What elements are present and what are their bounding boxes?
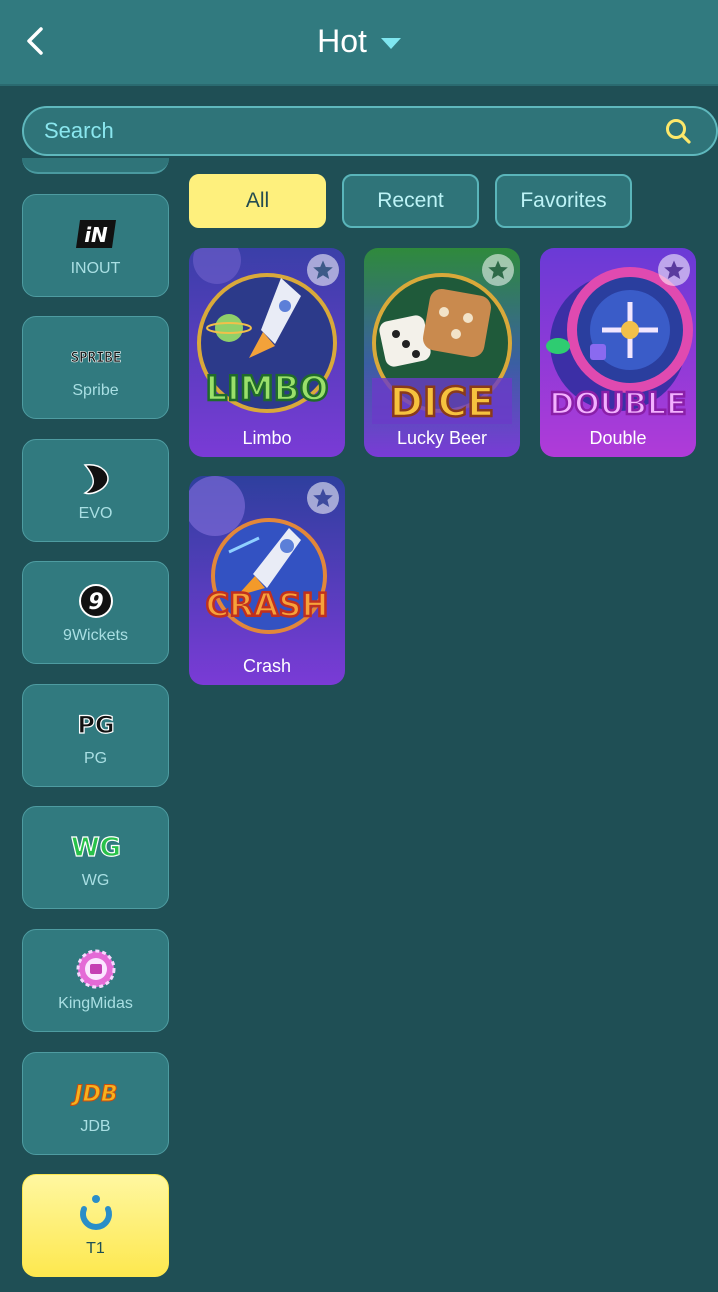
tab-favorites[interactable]: Favorites [495, 174, 632, 228]
svg-text:DOUBLE: DOUBLE [549, 387, 686, 422]
provider-item-wg[interactable]: WG WG [22, 806, 169, 909]
svg-text:JDB: JDB [70, 1082, 117, 1107]
provider-label: INOUT [70, 259, 121, 277]
svg-text:WG: WG [70, 833, 120, 861]
pg-logo-icon: PG [71, 704, 121, 744]
tab-all[interactable]: All [189, 174, 326, 228]
star-icon [664, 260, 684, 279]
evo-logo-icon [81, 459, 111, 499]
provider-label: Spribe [72, 381, 119, 399]
spribe-logo-icon: SPRIBE [71, 336, 121, 376]
provider-label: EVO [78, 504, 113, 522]
svg-text:iN: iN [84, 223, 108, 247]
provider-item-evo[interactable]: EVO [22, 439, 169, 542]
page-title: Hot [317, 22, 367, 59]
favorite-button[interactable] [482, 254, 514, 286]
provider-item-9wickets[interactable]: 9 9Wickets [22, 561, 169, 664]
game-card-double[interactable]: DOUBLE Double [540, 248, 696, 457]
favorite-button[interactable] [658, 254, 690, 286]
star-icon [488, 260, 508, 279]
svg-text:DICE: DICE [390, 380, 495, 426]
game-name: Lucky Beer [396, 428, 488, 448]
favorite-button[interactable] [307, 482, 339, 514]
game-card-limbo[interactable]: LIMBO Limbo [189, 248, 345, 457]
svg-text:9: 9 [88, 590, 103, 615]
tab-recent[interactable]: Recent [342, 174, 479, 228]
svg-text:SPRIBE: SPRIBE [71, 350, 121, 366]
provider-item-inout[interactable]: iN INOUT [22, 194, 169, 297]
game-name: Crash [242, 656, 291, 676]
star-icon [313, 488, 333, 507]
top-bar: Hot [0, 0, 718, 86]
search-bar[interactable] [22, 106, 718, 156]
provider-item-kingmidas[interactable]: KingMidas [22, 929, 169, 1032]
caret-down-icon [380, 37, 401, 49]
favorite-button[interactable] [307, 254, 339, 286]
provider-label: WG [81, 871, 110, 889]
game-name: Limbo [242, 428, 292, 448]
search-icon[interactable] [664, 117, 692, 145]
inout-logo-icon: iN [74, 214, 118, 254]
game-name: Double [589, 428, 647, 448]
svg-text:LIMBO: LIMBO [206, 369, 329, 409]
jdb-logo-icon: JDB [70, 1072, 122, 1112]
provider-item-jdb[interactable]: JDB JDB [22, 1052, 169, 1155]
9wickets-logo-icon: 9 [77, 581, 115, 621]
wg-logo-icon: WG [69, 826, 123, 866]
kingmidas-logo-icon [76, 949, 116, 989]
game-card-crash[interactable]: CRASH Crash [189, 476, 345, 685]
provider-item-pg[interactable]: PG PG [22, 684, 169, 787]
game-card-lucky-beer[interactable]: DICE Lucky Beer [364, 248, 520, 457]
svg-text:CRASH: CRASH [206, 586, 329, 624]
search-input[interactable] [44, 118, 664, 144]
provider-label: PG [83, 749, 108, 767]
category-dropdown[interactable]: Hot [0, 20, 718, 62]
provider-item-t1[interactable]: T1 [22, 1174, 169, 1277]
provider-label: T1 [86, 1239, 105, 1257]
star-icon [313, 260, 333, 279]
filter-tabs: All Recent Favorites [189, 174, 632, 228]
provider-item-partial[interactable] [22, 158, 169, 174]
provider-label: 9Wickets [63, 626, 128, 644]
t1-logo-icon [76, 1194, 116, 1234]
svg-text:PG: PG [77, 711, 114, 739]
provider-label: KingMidas [58, 994, 133, 1012]
provider-label: JDB [80, 1117, 111, 1135]
provider-item-spribe[interactable]: SPRIBE Spribe [22, 316, 169, 419]
